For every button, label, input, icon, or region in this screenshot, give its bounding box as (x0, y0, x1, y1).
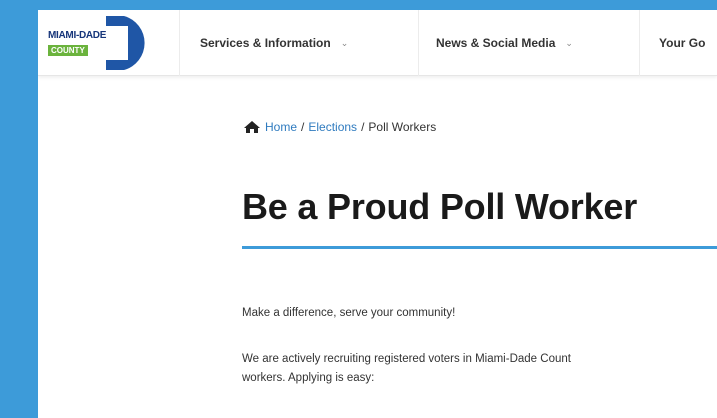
nav-news-social-media[interactable]: News & Social Media ⌄ (436, 10, 573, 76)
title-underline (242, 246, 717, 249)
miami-dade-logo[interactable]: MIAMI-DADE COUNTY (44, 12, 162, 74)
logo-d-shape (46, 16, 145, 70)
nav-divider (418, 10, 419, 76)
breadcrumb-elections-link[interactable]: Elections (308, 120, 357, 134)
breadcrumb-separator: / (361, 120, 365, 134)
breadcrumb: Home / Elections / Poll Workers (243, 120, 436, 134)
chevron-down-icon: ⌄ (340, 37, 349, 48)
nav-services-information[interactable]: Services & Information ⌄ (200, 10, 348, 76)
recruiting-paragraph-line-2: workers. Applying is easy: (242, 372, 375, 384)
nav-divider (639, 10, 640, 76)
breadcrumb-current: Poll Workers (368, 120, 437, 134)
site-header: MIAMI-DADE COUNTY Services & Information… (38, 10, 717, 76)
nav-label: Services & Information (200, 36, 331, 50)
breadcrumb-separator: / (301, 120, 305, 134)
chevron-down-icon: ⌄ (565, 37, 573, 48)
page: MIAMI-DADE COUNTY Services & Information… (38, 10, 717, 418)
nav-your-government[interactable]: Your Go (659, 10, 705, 76)
nav-label: Your Go (659, 36, 706, 50)
home-icon[interactable] (243, 120, 261, 134)
logo-text-miami-dade: MIAMI-DADE (48, 30, 107, 41)
intro-paragraph: Make a difference, serve your community! (242, 307, 456, 319)
nav-divider (179, 10, 180, 76)
logo-text-county: COUNTY (48, 45, 88, 56)
breadcrumb-home-link[interactable]: Home (265, 120, 297, 134)
nav-label: News & Social Media (436, 36, 556, 50)
page-title: Be a Proud Poll Worker (242, 186, 638, 227)
recruiting-paragraph-line-1: We are actively recruiting registered vo… (242, 353, 571, 365)
